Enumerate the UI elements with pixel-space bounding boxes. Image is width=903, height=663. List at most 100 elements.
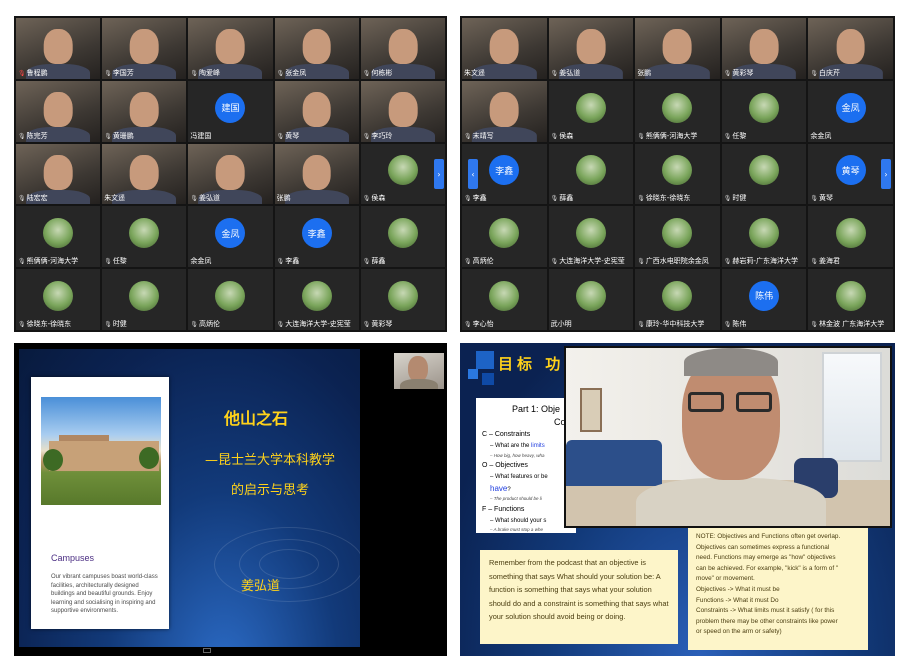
participant-tile[interactable]: 🎙 大连海洋大学-史宪莹 [274,269,359,330]
participant-tile[interactable]: 🎙 鲁程鹏 [16,18,101,79]
participant-name: 白庆芹 [819,68,841,77]
functions-example: – A brake must stop a whe [490,527,543,532]
participant-tile[interactable]: 🎙 徐晓东-徐晓东 [16,269,101,330]
microphone-icon: 🎙 [637,258,645,266]
participant-name-label: 🎙 广西水电职院余金凤 [637,257,718,266]
participant-tile[interactable]: 🎙 李国芳 [102,18,187,79]
participant-tile[interactable]: 🎙 侯森 [360,143,445,205]
participant-tile[interactable]: 🎙 黄珊鹏 [102,80,187,142]
participant-tile[interactable]: 🎙 徐晓东-徐晓东 [635,143,720,205]
microphone-icon: 🎙 [637,195,645,203]
participant-video [489,91,519,127]
campus-card: Campuses Our vibrant campuses boast worl… [31,377,169,629]
participant-tile[interactable]: 🎙 林金波 广东海洋大学 [808,269,893,330]
participant-name: 李鑫 [285,257,300,266]
participant-tile[interactable]: 张鹏 [635,18,720,79]
participant-tile[interactable]: 朱文遥 [462,18,547,79]
participant-name-label: 🎙 熊俩俩-河海大学 [18,257,98,266]
participant-name: 姜弘道 [559,68,581,77]
participant-tile[interactable]: 张鹏 [274,143,359,205]
microphone-icon: 🎙 [18,69,26,77]
participant-tile[interactable]: 🎙 白庆芹 [808,18,893,79]
participant-avatar [43,280,74,311]
participant-name-label: 🎙 任黎 [724,132,805,141]
participant-tile[interactable]: 🎙 康玲-华中科技大学 [635,269,720,330]
participant-tile[interactable]: 🎙 大连海洋大学-史宪莹 [548,206,634,268]
podcast-note: Remember from the podcast that an object… [480,550,678,644]
participant-tile[interactable]: 陈伟 🎙 陈伟 [721,269,807,330]
glasses [688,392,724,412]
participant-tile[interactable]: 🎙 时健 [102,269,187,330]
participant-name: 张鹏 [637,68,652,77]
microphone-icon: 🎙 [18,195,26,203]
participant-name-label: 🎙 李国芳 [104,69,184,78]
decorative-ripple [214,527,360,602]
prev-page-button[interactable]: ‹ [468,159,478,189]
participant-name-label: 🎙 陆宏宏 [18,194,98,203]
participant-name: 余金凤 [190,257,212,266]
participant-tile[interactable]: 🎙 薛鑫 [360,206,445,268]
participant-tile[interactable]: 🎙 张金凤 [274,18,359,79]
participant-video [43,154,73,190]
participant-avatar [749,155,780,186]
meeting-gallery-1: 🎙 鲁程鹏 🎙 李国芳 🎙 陶爱峰 🎙 张金凤 🎙 何栋彬 🎙 陈完芳 🎙 黄珊鹏 建国 冯建国 🎙 黄琴 🎙 李巧玲… [14,16,447,332]
participant-tile[interactable]: 🎙 侯森 [548,80,634,142]
participant-tile[interactable]: 🎙 赫岩莉-广东海洋大学 [721,206,807,268]
participant-name-label: 🎙 侯森 [363,194,443,203]
participant-tile[interactable]: 🎙 姜弘道 [188,143,273,205]
participant-name: 陶爱峰 [199,68,221,77]
screen-share-icon[interactable] [203,648,211,653]
participant-tile[interactable]: 李鑫 🎙 李鑫 [274,206,359,268]
participant-name-label: 朱文遥 [464,69,545,78]
participant-tile[interactable]: 🎙 熊俩俩-河海大学 [16,206,101,268]
decorative-square [482,373,494,385]
participant-tile[interactable]: 金凤 余金凤 [188,206,273,268]
participant-tile[interactable]: 金凤 余金凤 [808,80,893,142]
participant-name-label: 🎙 李巧玲 [363,132,443,141]
participant-tile[interactable]: 朱文遥 [102,143,187,205]
participant-tile[interactable]: 🎙 熊俩俩-河海大学 [635,80,720,142]
participant-tile[interactable]: 🎙 姜弘道 [548,18,634,79]
participant-name-label: 🎙 徐晓东-徐晓东 [18,320,98,329]
participant-name: 大连海洋大学-史宪莹 [285,319,351,328]
microphone-icon: 🎙 [104,258,112,266]
participant-tile[interactable]: 🎙 陶爱峰 [188,18,273,79]
sofa [566,440,662,486]
participant-tile[interactable]: 🎙 时健 [721,143,807,205]
participant-tile[interactable]: 🎙 任黎 [721,80,807,142]
participant-tile[interactable]: 🎙 高炳伦 [188,269,273,330]
microphone-icon: 🎙 [810,195,819,203]
next-page-button[interactable]: › [881,159,891,189]
participant-tile[interactable]: 🎙 李心怡 [462,269,547,330]
participant-tile[interactable]: 🎙 陆宏宏 [16,143,101,205]
participant-tile[interactable]: 🎙 黄琴 [274,80,359,142]
participant-tile[interactable]: 🎙 姜海君 [808,206,893,268]
participant-name-label: 🎙 鲁程鹏 [18,69,98,78]
speaker-video[interactable] [564,346,892,528]
participant-tile[interactable]: 🎙 黄彩琴 [360,269,445,330]
microphone-icon: 🎙 [810,258,819,266]
participant-tile[interactable]: 🎙 何栋彬 [360,18,445,79]
participant-tile[interactable]: 武小明 [548,269,634,330]
participant-name-label: 🎙 黄彩琴 [363,320,443,329]
participant-tile[interactable]: 🎙 高炳伦 [462,206,547,268]
participant-video [663,28,692,65]
speaker-thumbnail[interactable] [394,353,444,389]
participant-tile[interactable]: 🎙 黄彩琴 [721,18,807,79]
participant-tile[interactable]: 🎙 广西水电职院余金凤 [635,206,720,268]
microphone-icon: 🎙 [18,320,26,328]
participant-name-label: 🎙 任黎 [104,257,184,266]
participant-tile[interactable]: 🎙 李巧玲 [360,80,445,142]
participant-tile[interactable]: 🎙 末靖写 [462,80,547,142]
participant-tile[interactable]: 🎙 任黎 [102,206,187,268]
microphone-icon: 🎙 [550,258,559,266]
note-line: NOTE: Objectives and Functions often get… [696,533,841,540]
participant-avatar [43,218,74,249]
participant-avatar: 建国 [215,92,246,123]
participant-tile[interactable]: 🎙 薛鑫 [548,143,634,205]
participant-tile[interactable]: 建国 冯建国 [188,80,273,142]
next-page-button[interactable]: › [434,159,444,189]
participant-tile[interactable]: 🎙 陈完芳 [16,80,101,142]
participant-avatar [387,280,418,311]
participant-name-label: 🎙 康玲-华中科技大学 [637,320,718,329]
